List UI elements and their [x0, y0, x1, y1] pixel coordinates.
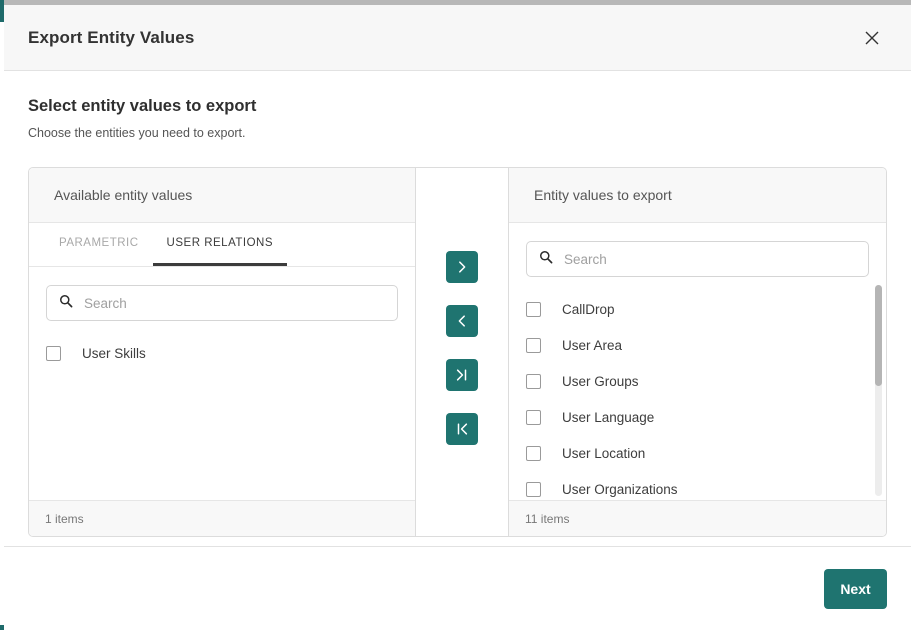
list-item-label: User Groups: [562, 373, 639, 389]
list-item-label: User Organizations: [562, 481, 678, 497]
checkbox-user-organizations[interactable]: [526, 481, 541, 497]
move-all-right-button[interactable]: [446, 359, 478, 391]
available-panel-header: Available entity values: [29, 168, 415, 223]
list-item[interactable]: User Area: [526, 327, 869, 363]
entity-values-to-export-panel: Entity values to export Search CallDrop …: [509, 168, 886, 536]
dialog-footer: Next: [4, 546, 911, 630]
next-button[interactable]: Next: [824, 568, 887, 609]
list-item[interactable]: User Organizations: [526, 471, 869, 500]
export-search-wrapper: [509, 223, 886, 277]
list-item[interactable]: CallDrop: [526, 291, 869, 327]
list-item-label: User Skills: [82, 345, 146, 361]
available-panel-content: User Skills: [29, 267, 415, 500]
list-item[interactable]: User Groups: [526, 363, 869, 399]
export-entity-list: CallDrop User Area User Groups User Lang…: [509, 277, 886, 500]
list-item[interactable]: User Skills: [46, 335, 398, 371]
checkbox-calldrop[interactable]: [526, 301, 541, 317]
available-entity-values-panel: Available entity values PARAMETRIC USER …: [29, 168, 415, 536]
available-search-wrapper: [29, 267, 415, 321]
export-panel-header: Entity values to export: [509, 168, 886, 223]
checkbox-user-groups[interactable]: [526, 373, 541, 389]
tab-parametric[interactable]: PARAMETRIC: [45, 223, 153, 266]
transfer-controls-panel: [415, 168, 509, 536]
dialog-title: Export Entity Values: [28, 27, 195, 47]
export-panel-footer: 11 items: [509, 500, 886, 536]
move-all-left-button[interactable]: [446, 413, 478, 445]
available-panel-footer: 1 items: [29, 500, 415, 536]
export-entity-values-dialog: Export Entity Values Select entity value…: [4, 5, 911, 630]
checkbox-user-location[interactable]: [526, 445, 541, 461]
checkbox-user-language[interactable]: [526, 409, 541, 425]
move-left-button[interactable]: [446, 305, 478, 337]
export-search-input[interactable]: [562, 250, 856, 268]
export-list-scroll-area: CallDrop User Area User Groups User Lang…: [509, 277, 886, 500]
available-search-input[interactable]: [82, 294, 385, 312]
search-icon: [59, 294, 73, 313]
dialog-header: Export Entity Values: [4, 5, 911, 71]
list-item-label: User Area: [562, 337, 623, 353]
list-item-label: User Language: [562, 409, 655, 425]
list-item-label: CallDrop: [562, 301, 615, 317]
list-item[interactable]: User Language: [526, 399, 869, 435]
checkbox-user-area[interactable]: [526, 337, 541, 353]
list-item-label: User Location: [562, 445, 646, 461]
entity-transfer-widget: Available entity values PARAMETRIC USER …: [28, 167, 887, 537]
page-subtitle: Choose the entities you need to export.: [28, 126, 246, 140]
checkbox-user-skills[interactable]: [46, 345, 61, 361]
available-panel-tabs: PARAMETRIC USER RELATIONS: [29, 223, 415, 267]
transfer-buttons: [416, 168, 508, 536]
search-icon: [539, 250, 553, 269]
available-entity-list: User Skills: [29, 321, 415, 371]
page-title: Select entity values to export: [28, 97, 257, 115]
move-right-button[interactable]: [446, 251, 478, 283]
tab-user-relations[interactable]: USER RELATIONS: [152, 223, 288, 266]
export-search-box[interactable]: [526, 241, 869, 277]
close-icon[interactable]: [857, 23, 887, 53]
dialog-body: Select entity values to export Choose th…: [4, 71, 911, 546]
export-list-scrollbar-thumb[interactable]: [875, 285, 882, 387]
export-list-scrollbar[interactable]: [875, 285, 882, 496]
list-item[interactable]: User Location: [526, 435, 869, 471]
available-search-box[interactable]: [46, 285, 398, 321]
